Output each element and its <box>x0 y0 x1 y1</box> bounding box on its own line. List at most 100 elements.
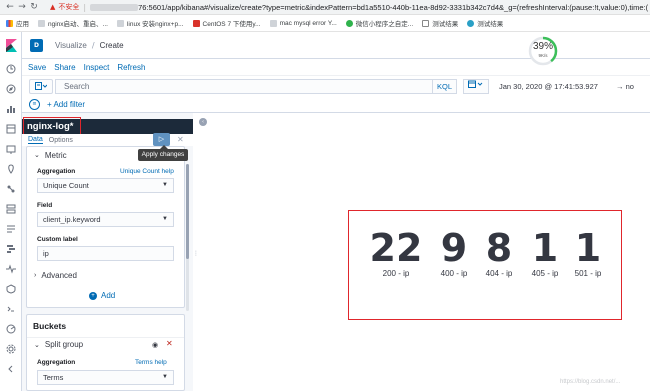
aggregation-select[interactable]: Unique Count ▼ <box>37 178 174 193</box>
page-icon <box>38 19 45 27</box>
red-icon <box>192 19 200 27</box>
bookmark-apps[interactable]: 应用 <box>6 18 29 28</box>
doc-icon <box>422 19 430 27</box>
canvas-icon[interactable] <box>0 139 22 159</box>
chevron-down-icon: ⌄ <box>34 341 40 349</box>
maps-icon[interactable] <box>0 159 22 179</box>
search-input[interactable]: Search <box>55 78 433 94</box>
recent-icon[interactable] <box>0 59 22 79</box>
inspect-button[interactable]: Inspect <box>84 63 110 72</box>
bookmark-item[interactable]: 测试结果 <box>467 18 503 28</box>
aggregation-help-link[interactable]: Unique Count help <box>120 168 174 175</box>
discard-icon[interactable]: ✕ <box>177 133 184 146</box>
advanced-label: Advanced <box>41 270 77 280</box>
bookmark-item[interactable]: mac mysql error Y... <box>269 19 337 27</box>
split-group-row[interactable]: ⌄ Split group ◉ ✕ <box>27 337 184 351</box>
breadcrumb-create: Create <box>99 40 124 50</box>
custom-label-input[interactable]: ip <box>37 246 174 261</box>
custom-label-label: Custom label <box>37 236 78 243</box>
kql-toggle[interactable]: KQL <box>433 78 457 94</box>
bookmark-item[interactable]: CentOS 7 下使用y... <box>192 18 261 28</box>
filter-options-icon[interactable]: ≡ <box>29 98 40 110</box>
tab-data[interactable]: Data <box>28 136 43 144</box>
space-badge[interactable]: D <box>30 38 43 52</box>
logs-icon[interactable] <box>0 219 22 239</box>
bucket-aggregation-label: Aggregation <box>37 359 76 366</box>
reload-icon[interactable]: ↻ <box>28 0 40 15</box>
bucket-aggregation-select[interactable]: Terms ▼ <box>37 370 174 385</box>
stack-monitoring-icon[interactable] <box>0 319 22 339</box>
bookmark-item[interactable]: nginx启动、重启、... <box>38 18 108 28</box>
ml-icon[interactable] <box>0 179 22 199</box>
apm-icon[interactable] <box>0 239 22 259</box>
top-nav-actions: Save Share Inspect Refresh <box>22 59 650 75</box>
visualize-icon[interactable] <box>0 99 22 119</box>
saved-query-button[interactable] <box>29 78 53 94</box>
tab-options[interactable]: Options <box>49 137 73 144</box>
metric-label: 405 - ip <box>531 269 559 278</box>
split-group-header[interactable]: ⌄ Split group <box>27 340 83 349</box>
management-icon[interactable] <box>0 339 22 359</box>
eye-icon[interactable]: ◉ <box>152 341 158 349</box>
perf-percent: 39% <box>532 41 553 52</box>
add-filter-button[interactable]: + Add filter <box>47 100 85 109</box>
url-field[interactable]: 76:5601/app/kibana#/visualize/create?typ… <box>138 3 648 12</box>
remove-icon[interactable]: ✕ <box>166 339 173 348</box>
advanced-toggle[interactable]: › Advanced <box>27 269 77 281</box>
wechat-icon <box>345 19 353 27</box>
chevron-right-icon: › <box>34 271 37 279</box>
metric-value: 9 <box>440 226 468 270</box>
devtools-icon[interactable] <box>0 299 22 319</box>
resize-grip-icon[interactable]: ⋮ <box>193 250 199 257</box>
editor-scrollbar-thumb[interactable] <box>186 164 189 259</box>
url-separator: | <box>83 2 87 12</box>
uptime-icon[interactable] <box>0 259 22 279</box>
refresh-button[interactable]: Refresh <box>117 63 145 72</box>
metric-value: 22 <box>369 226 423 270</box>
metric-tile: 8 404 - ip <box>477 227 521 278</box>
bookmark-item[interactable]: linux 安装nginx+p... <box>116 18 184 28</box>
collapse-nav-icon[interactable] <box>0 359 22 379</box>
kibana-logo-icon <box>5 39 17 52</box>
siem-icon[interactable] <box>0 279 22 299</box>
bookmark-item[interactable]: 微信小程序之自定... <box>345 18 414 28</box>
calendar-icon <box>468 80 483 88</box>
page-icon <box>116 19 124 27</box>
split-group-title: Split group <box>44 340 84 349</box>
discover-icon[interactable] <box>0 79 22 99</box>
bookmark-item[interactable]: 测试结果 <box>422 18 458 28</box>
buckets-panel: Buckets ⌄ Split group ◉ ✕ Aggregation Te… <box>26 314 185 391</box>
bookmark-label: CentOS 7 下使用y... <box>202 21 261 28</box>
metric-section-header[interactable]: ⌄ Metric <box>27 149 67 161</box>
field-select[interactable]: client_ip.keyword ▼ <box>37 212 174 227</box>
vis-editor-sidebar: nginx-log* Data Options ▷ ✕ ⌄ Metric Agg… <box>22 113 193 391</box>
end-date[interactable]: → no <box>616 82 634 91</box>
metric-label: 404 - ip <box>485 269 513 278</box>
saved-query-icon <box>35 82 47 90</box>
collapse-sidebar-icon[interactable]: ‹ <box>199 118 207 126</box>
bucket-aggregation-help-link[interactable]: Terms help <box>135 359 167 366</box>
start-date[interactable]: Jan 30, 2020 @ 17:41:53.927 <box>489 79 614 94</box>
watermark: https://blog.csdn.net/... <box>560 379 621 385</box>
browser-address-bar: ← → ↻ ▲ 不安全 | 76:5601/app/kibana#/visual… <box>0 0 650 15</box>
breadcrumb-separator: / <box>91 40 95 50</box>
play-icon: ▷ <box>158 135 165 143</box>
chevron-down-icon: ⌄ <box>34 152 40 159</box>
breadcrumb-visualize[interactable]: Visualize <box>55 41 87 50</box>
metric-value: 8 <box>485 226 513 270</box>
share-button[interactable]: Share <box>54 63 75 72</box>
apply-changes-tooltip: Apply changes <box>138 145 188 161</box>
back-icon[interactable]: ← <box>4 0 16 15</box>
bookmark-label: 微信小程序之自定... <box>355 21 414 28</box>
add-metric-button[interactable]: + Add <box>89 291 115 300</box>
save-button[interactable]: Save <box>28 63 46 72</box>
infrastructure-icon[interactable] <box>0 199 22 219</box>
chevron-down-icon: ▼ <box>162 374 168 380</box>
date-picker-button[interactable] <box>463 78 489 94</box>
bookmark-label: 测试结果 <box>432 21 459 28</box>
query-bar: Search KQL Jan 30, 2020 @ 17:41:53.927 →… <box>22 75 650 96</box>
dashboard-icon[interactable] <box>0 119 22 139</box>
forward-icon[interactable]: → <box>16 0 28 15</box>
filter-bar: ≡ + Add filter <box>22 96 650 113</box>
kibana-logo[interactable] <box>0 32 22 59</box>
